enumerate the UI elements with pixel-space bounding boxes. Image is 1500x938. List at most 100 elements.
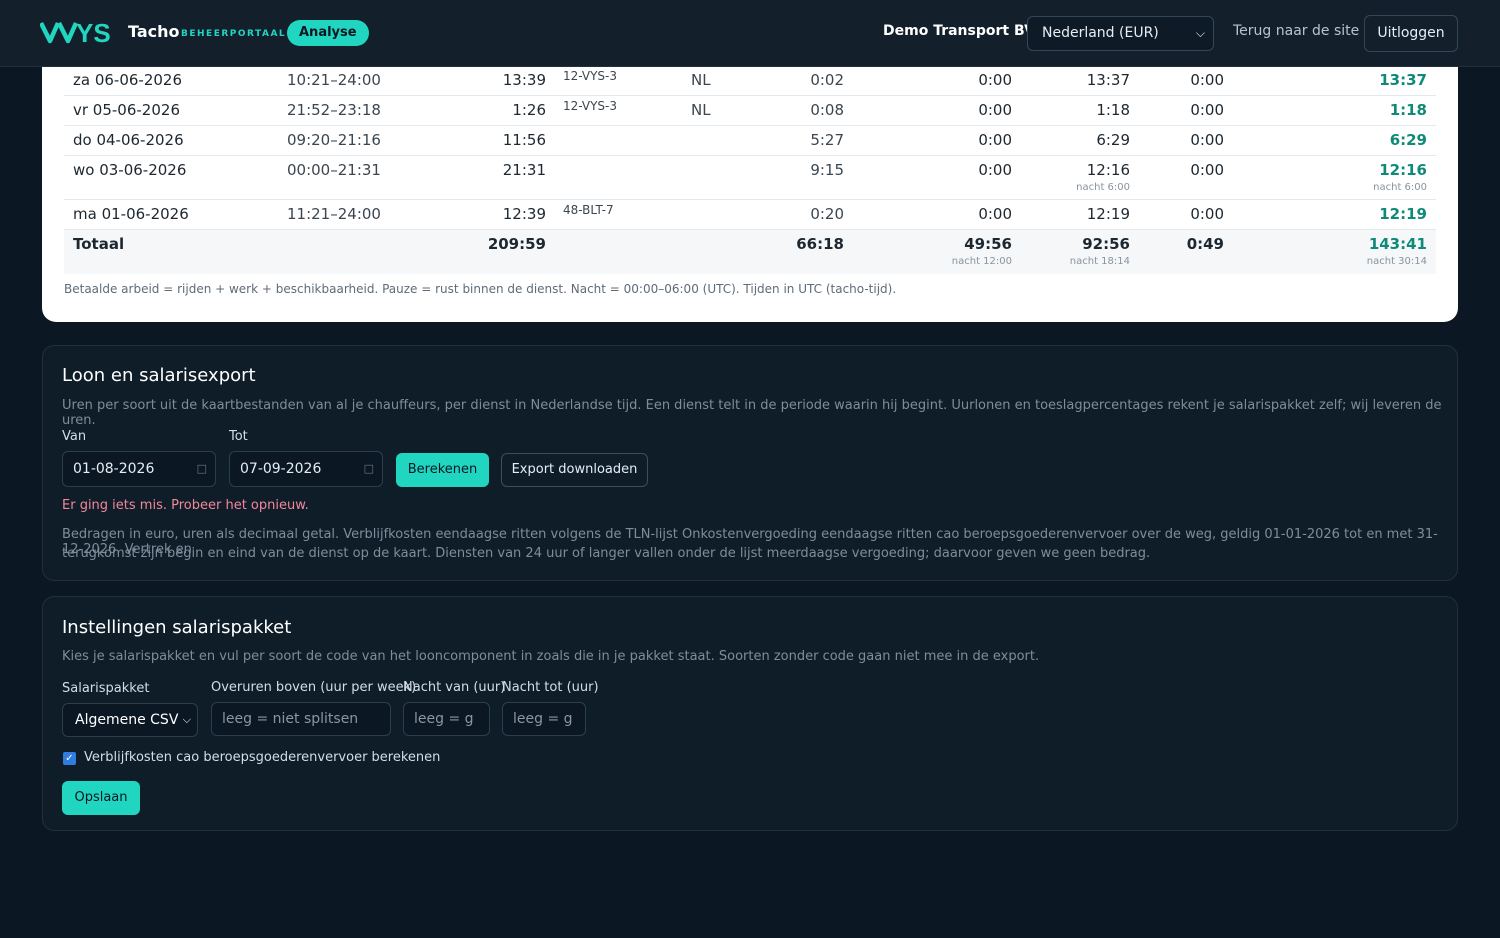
row-col8: 0:00 bbox=[1190, 205, 1224, 223]
row-date: do 04-06-2026 bbox=[73, 131, 184, 149]
row-plate: 12-VYS-3 bbox=[563, 99, 618, 113]
row-paid: 1:18 bbox=[1389, 101, 1427, 119]
total-label: Totaal bbox=[73, 235, 125, 253]
row-col6: 0:00 bbox=[978, 205, 1012, 223]
total-duration: 209:59 bbox=[487, 235, 546, 253]
row-col6: 0:00 bbox=[978, 161, 1012, 179]
night-to-input[interactable]: leeg = g bbox=[502, 702, 586, 736]
export-download-button[interactable]: Export downloaden bbox=[501, 453, 648, 487]
row-time: 10:21–24:00 bbox=[287, 71, 381, 89]
row-paid-night: nacht 6:00 bbox=[1373, 182, 1427, 193]
night-to-label: Nacht tot (uur) bbox=[502, 680, 599, 695]
to-date-input[interactable]: 07-09-2026 □ bbox=[229, 451, 383, 487]
back-to-site-link[interactable]: Terug naar de site bbox=[1233, 23, 1359, 39]
table-row: wo 03-06-2026 00:00–21:31 21:31 9:15 0:0… bbox=[64, 156, 1436, 200]
payroll-description: Uren per soort uit de kaartbestanden van… bbox=[62, 398, 1442, 428]
logout-button[interactable]: Uitloggen bbox=[1364, 15, 1458, 52]
row-paid: 6:29 bbox=[1389, 131, 1427, 149]
from-date-input[interactable]: 01-08-2026 □ bbox=[62, 451, 216, 487]
row-col8: 0:00 bbox=[1190, 71, 1224, 89]
vys-logo[interactable]: YS bbox=[38, 18, 120, 50]
total-col7: 92:56 bbox=[1082, 235, 1130, 253]
country-select-value: Nederland (EUR) bbox=[1042, 25, 1159, 41]
row-date: wo 03-06-2026 bbox=[73, 161, 187, 179]
save-button[interactable]: Opslaan bbox=[62, 781, 140, 815]
row-date: vr 05-06-2026 bbox=[73, 101, 180, 119]
row-col7-cell: 12:16 nacht 6:00 bbox=[1076, 161, 1130, 193]
table-note: Betaalde arbeid = rijden + werk + beschi… bbox=[64, 282, 897, 296]
shifts-table: za 06-06-2026 10:21–24:00 13:39 12-VYS-3… bbox=[64, 66, 1436, 274]
row-plate: 12-VYS-3 bbox=[563, 69, 618, 83]
table-row: za 06-06-2026 10:21–24:00 13:39 12-VYS-3… bbox=[64, 66, 1436, 96]
total-paid-cell: 143:41 nacht 30:14 bbox=[1367, 235, 1427, 267]
payroll-title: Loon en salarisexport bbox=[62, 365, 256, 386]
row-paid: 12:19 bbox=[1379, 205, 1427, 223]
row-paid-cell: 12:16 nacht 6:00 bbox=[1373, 161, 1427, 193]
from-label: Van bbox=[62, 429, 87, 444]
package-label: Salarispakket bbox=[62, 681, 150, 696]
lodging-costs-label[interactable]: Verblijfkosten cao beroepsgoederenvervoe… bbox=[84, 750, 440, 765]
from-date-value: 01-08-2026 bbox=[73, 461, 155, 477]
row-duration: 21:31 bbox=[502, 161, 546, 179]
chevron-down-icon: ⌵ bbox=[182, 713, 191, 726]
calculate-button[interactable]: Berekenen bbox=[396, 453, 489, 487]
total-pauze: 66:18 bbox=[796, 235, 844, 253]
total-paid-night: nacht 30:14 bbox=[1366, 256, 1427, 267]
shifts-table-card: za 06-06-2026 10:21–24:00 13:39 12-VYS-3… bbox=[42, 40, 1458, 322]
table-row: ma 01-06-2026 11:21–24:00 12:39 48-BLT-7… bbox=[64, 200, 1436, 230]
calendar-icon[interactable]: □ bbox=[197, 452, 207, 486]
settings-title: Instellingen salarispakket bbox=[62, 617, 292, 638]
to-date-value: 07-09-2026 bbox=[240, 461, 322, 477]
row-country: NL bbox=[691, 101, 711, 119]
row-col7: 1:18 bbox=[1096, 101, 1130, 119]
total-paid: 143:41 bbox=[1368, 235, 1427, 253]
table-total-row: Totaal 209:59 66:18 49:56 nacht 12:00 92… bbox=[64, 230, 1436, 274]
total-col7-cell: 92:56 nacht 18:14 bbox=[1070, 235, 1130, 267]
country-select[interactable]: Nederland (EUR) ⌵ bbox=[1027, 16, 1214, 51]
brand-name: Tacho bbox=[128, 22, 180, 41]
row-col8: 0:00 bbox=[1190, 161, 1224, 179]
row-col8: 0:00 bbox=[1190, 131, 1224, 149]
chevron-down-icon: ⌵ bbox=[1195, 26, 1205, 40]
row-date: ma 01-06-2026 bbox=[73, 205, 189, 223]
total-col6-cell: 49:56 nacht 12:00 bbox=[952, 235, 1012, 267]
overtime-input[interactable]: leeg = niet splitsen bbox=[211, 702, 391, 736]
row-date: za 06-06-2026 bbox=[73, 71, 183, 89]
to-label: Tot bbox=[229, 429, 248, 444]
row-duration: 1:26 bbox=[512, 101, 546, 119]
total-col7-night: nacht 18:14 bbox=[1069, 256, 1130, 267]
payroll-settings-card: Instellingen salarispakket Kies je salar… bbox=[42, 596, 1458, 831]
row-col6: 0:00 bbox=[978, 71, 1012, 89]
company-name: Demo Transport BV bbox=[883, 23, 1035, 39]
package-select[interactable]: Algemene CSV ⌵ bbox=[62, 703, 198, 737]
row-country: NL bbox=[691, 71, 711, 89]
row-pauze: 0:02 bbox=[810, 71, 844, 89]
row-time: 00:00–21:31 bbox=[287, 161, 381, 179]
row-col6: 0:00 bbox=[978, 101, 1012, 119]
settings-description: Kies je salarispakket en vul per soort d… bbox=[62, 649, 1040, 664]
night-from-input[interactable]: leeg = g bbox=[403, 702, 490, 736]
row-time: 21:52–23:18 bbox=[287, 101, 381, 119]
error-message: Er ging iets mis. Probeer het opnieuw. bbox=[62, 498, 309, 513]
row-time: 09:20–21:16 bbox=[287, 131, 381, 149]
total-col6-night: nacht 12:00 bbox=[951, 256, 1012, 267]
lodging-costs-checkbox[interactable]: ✓ bbox=[63, 752, 76, 765]
package-select-value: Algemene CSV bbox=[75, 712, 179, 728]
row-pauze: 9:15 bbox=[810, 161, 844, 179]
row-col7: 13:37 bbox=[1086, 71, 1130, 89]
total-col6: 49:56 bbox=[964, 235, 1012, 253]
row-col8: 0:00 bbox=[1190, 101, 1224, 119]
row-col6: 0:00 bbox=[978, 131, 1012, 149]
row-pauze: 0:20 bbox=[810, 205, 844, 223]
row-duration: 13:39 bbox=[502, 71, 546, 89]
row-time: 11:21–24:00 bbox=[287, 205, 381, 223]
table-row: do 04-06-2026 09:20–21:16 11:56 5:27 0:0… bbox=[64, 126, 1436, 156]
row-paid: 12:16 bbox=[1379, 161, 1427, 179]
row-duration: 11:56 bbox=[502, 131, 546, 149]
analyse-badge[interactable]: Analyse bbox=[287, 20, 369, 46]
total-col8: 0:49 bbox=[1186, 235, 1224, 253]
calendar-icon[interactable]: □ bbox=[364, 452, 374, 486]
row-pauze: 5:27 bbox=[810, 131, 844, 149]
top-header: YS Tacho BEHEERPORTAAL Analyse Demo Tran… bbox=[0, 0, 1500, 67]
row-col7: 12:16 bbox=[1086, 161, 1130, 179]
